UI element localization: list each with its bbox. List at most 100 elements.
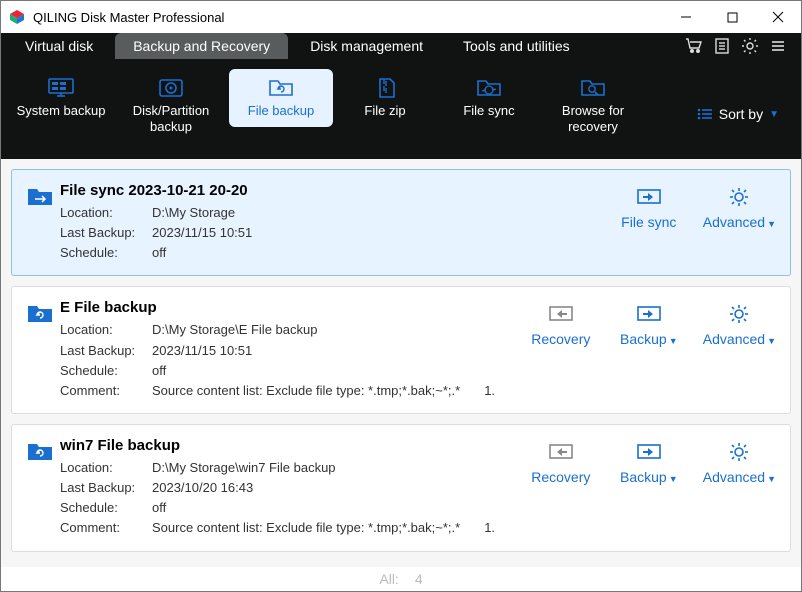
tab-label: Tools and utilities: [463, 38, 570, 54]
job-schedule: off: [152, 243, 166, 263]
recovery-action[interactable]: Recovery: [527, 303, 595, 347]
tab-virtual-disk[interactable]: Virtual disk: [7, 33, 111, 59]
job-info: win7 File backup Location:D:\My Storage\…: [60, 437, 527, 539]
header-dark: Virtual disk Backup and Recovery Disk ma…: [1, 33, 801, 159]
caret-down-icon: ▼: [767, 336, 776, 346]
app-logo-icon: [9, 9, 25, 25]
tab-label: Virtual disk: [25, 38, 93, 54]
main-tab-row: Virtual disk Backup and Recovery Disk ma…: [1, 33, 801, 59]
job-card[interactable]: E File backup Location:D:\My Storage\E F…: [11, 286, 791, 414]
minimize-button[interactable]: [663, 1, 709, 33]
tab-disk-management[interactable]: Disk management: [292, 33, 441, 59]
file-sync-action[interactable]: File sync: [615, 186, 683, 230]
sort-by-label: Sort by: [719, 106, 763, 122]
label-comment: Comment:: [60, 381, 152, 401]
job-schedule: off: [152, 498, 166, 518]
label-location: Location:: [60, 203, 152, 223]
job-actions: Recovery Backup▼ Advanced▼: [527, 437, 776, 539]
system-backup-button[interactable]: System backup: [9, 69, 113, 127]
caret-down-icon: ▼: [669, 336, 678, 346]
menu-icon[interactable]: [769, 37, 787, 55]
gear-icon: [726, 303, 752, 325]
backup-icon: [636, 441, 662, 463]
footer-count: 4: [415, 571, 423, 587]
job-title: File sync 2023-10-21 20-20: [60, 182, 615, 199]
sort-icon: [697, 107, 713, 121]
job-actions: Recovery Backup▼ Advanced▼: [527, 299, 776, 401]
job-title: E File backup: [60, 299, 527, 316]
job-type-icon: [26, 299, 60, 401]
action-label: Advanced: [703, 469, 765, 485]
cart-icon[interactable]: [685, 37, 703, 55]
advanced-action[interactable]: Advanced▼: [703, 441, 776, 485]
action-label: Recovery: [531, 469, 590, 485]
job-list: File sync 2023-10-21 20-20 Location: D:\M…: [1, 159, 801, 567]
disk-icon: [157, 77, 185, 99]
job-last-backup: 2023/11/15 10:51: [152, 223, 252, 243]
job-card[interactable]: File sync 2023-10-21 20-20 Location:D:\M…: [11, 169, 791, 276]
job-comment: Source content list: Exclude file type: …: [152, 381, 460, 401]
tab-backup-recovery[interactable]: Backup and Recovery: [115, 33, 288, 59]
action-label: Advanced: [703, 331, 765, 347]
backup-action[interactable]: Backup▼: [615, 441, 683, 485]
caret-down-icon: ▼: [767, 474, 776, 484]
status-footer: All: 4: [1, 567, 801, 591]
chevron-down-icon: ▼: [769, 109, 779, 120]
job-location: D:\My Storage\E File backup: [152, 320, 317, 340]
caret-down-icon: ▼: [669, 474, 678, 484]
file-sync-button[interactable]: File sync: [437, 69, 541, 127]
job-info: File sync 2023-10-21 20-20 Location:D:\M…: [60, 182, 615, 263]
zip-icon: [371, 77, 399, 99]
folder-backup-icon: [267, 77, 295, 99]
file-backup-button[interactable]: File backup: [229, 69, 333, 127]
label-last-backup: Last Backup:: [60, 478, 152, 498]
sync-arrow-icon: [636, 186, 662, 208]
toolbar-label: System backup: [17, 103, 106, 119]
advanced-action[interactable]: Advanced▼: [703, 186, 776, 230]
recovery-action[interactable]: Recovery: [527, 441, 595, 485]
job-schedule: off: [152, 361, 166, 381]
action-label: Recovery: [531, 331, 590, 347]
label-schedule: Schedule:: [60, 498, 152, 518]
gear-icon[interactable]: [741, 37, 759, 55]
job-comment-n: 1.: [484, 518, 495, 538]
action-label: File sync: [621, 214, 676, 230]
label-location: Location:: [60, 458, 152, 478]
action-label: Backup: [620, 331, 667, 347]
backup-action[interactable]: Backup▼: [615, 303, 683, 347]
job-type-icon: [26, 437, 60, 539]
advanced-action[interactable]: Advanced▼: [703, 303, 776, 347]
browse-recovery-icon: [579, 77, 607, 99]
job-info: E File backup Location:D:\My Storage\E F…: [60, 299, 527, 401]
browse-recovery-button[interactable]: Browse for recovery: [541, 69, 645, 142]
monitor-icon: [47, 77, 75, 99]
toolbar-label: File sync: [463, 103, 514, 119]
toolbar-label: File backup: [248, 103, 314, 119]
label-schedule: Schedule:: [60, 243, 152, 263]
footer-all-label: All:: [379, 571, 398, 587]
sort-by-button[interactable]: Sort by ▼: [697, 106, 793, 122]
close-button[interactable]: [755, 1, 801, 33]
job-card[interactable]: win7 File backup Location:D:\My Storage\…: [11, 424, 791, 552]
toolbar-label: Browse for recovery: [545, 103, 641, 134]
job-actions: File sync Advanced▼: [615, 182, 776, 263]
window-buttons: [663, 1, 801, 33]
recovery-icon: [548, 303, 574, 325]
maximize-button[interactable]: [709, 1, 755, 33]
action-label: Advanced: [703, 214, 765, 230]
label-last-backup: Last Backup:: [60, 341, 152, 361]
tab-tools-utilities[interactable]: Tools and utilities: [445, 33, 588, 59]
gear-icon: [726, 186, 752, 208]
job-last-backup: 2023/10/20 16:43: [152, 478, 253, 498]
job-last-backup: 2023/11/15 10:51: [152, 341, 252, 361]
log-icon[interactable]: [713, 37, 731, 55]
job-comment: Source content list: Exclude file type: …: [152, 518, 460, 538]
file-zip-button[interactable]: File zip: [333, 69, 437, 127]
disk-partition-backup-button[interactable]: Disk/Partition backup: [113, 69, 229, 142]
tab-label: Disk management: [310, 38, 423, 54]
toolbar: System backup Disk/Partition backup File…: [1, 59, 801, 159]
caret-down-icon: ▼: [767, 219, 776, 229]
label-schedule: Schedule:: [60, 361, 152, 381]
backup-icon: [636, 303, 662, 325]
action-label: Backup: [620, 469, 667, 485]
